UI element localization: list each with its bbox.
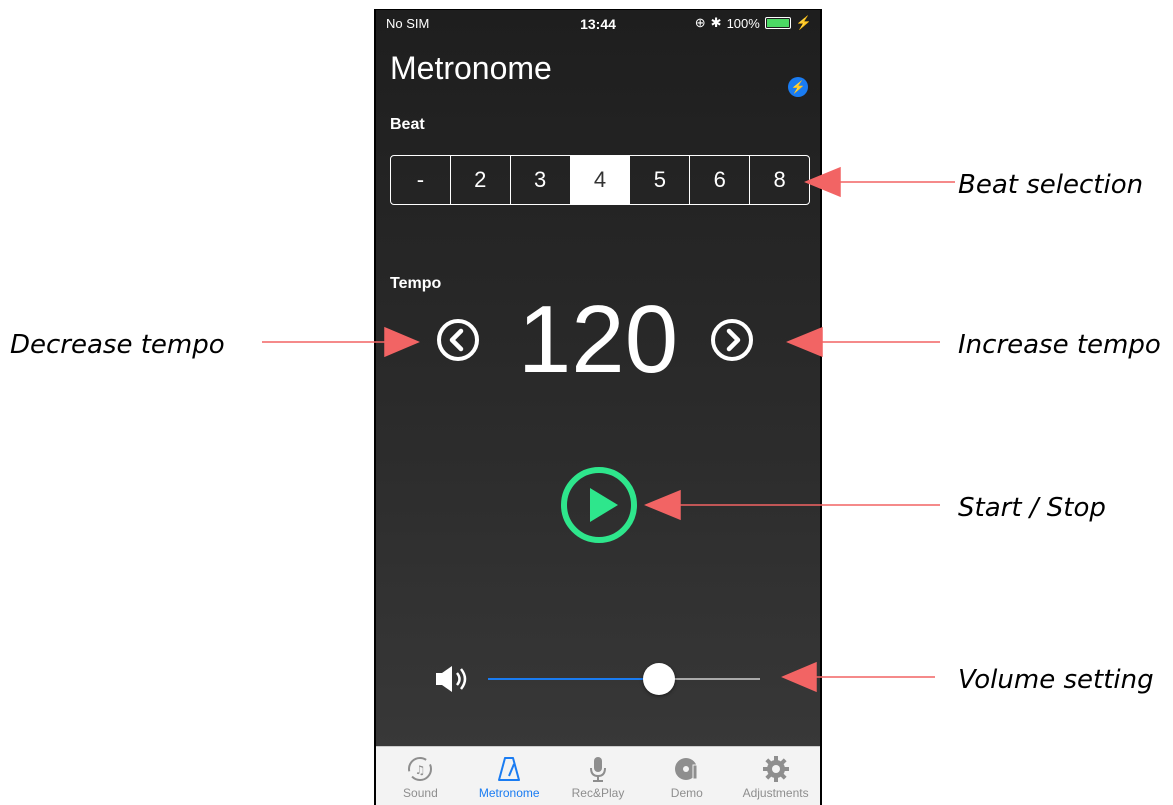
annotation-start-stop: Start / Stop bbox=[958, 493, 1106, 523]
annotation-volume-setting: Volume setting bbox=[958, 665, 1154, 695]
annotation-beat-selection: Beat selection bbox=[958, 170, 1144, 200]
annotation-increase-tempo: Increase tempo bbox=[958, 330, 1161, 360]
annotation-decrease-tempo: Decrease tempo bbox=[10, 330, 225, 360]
